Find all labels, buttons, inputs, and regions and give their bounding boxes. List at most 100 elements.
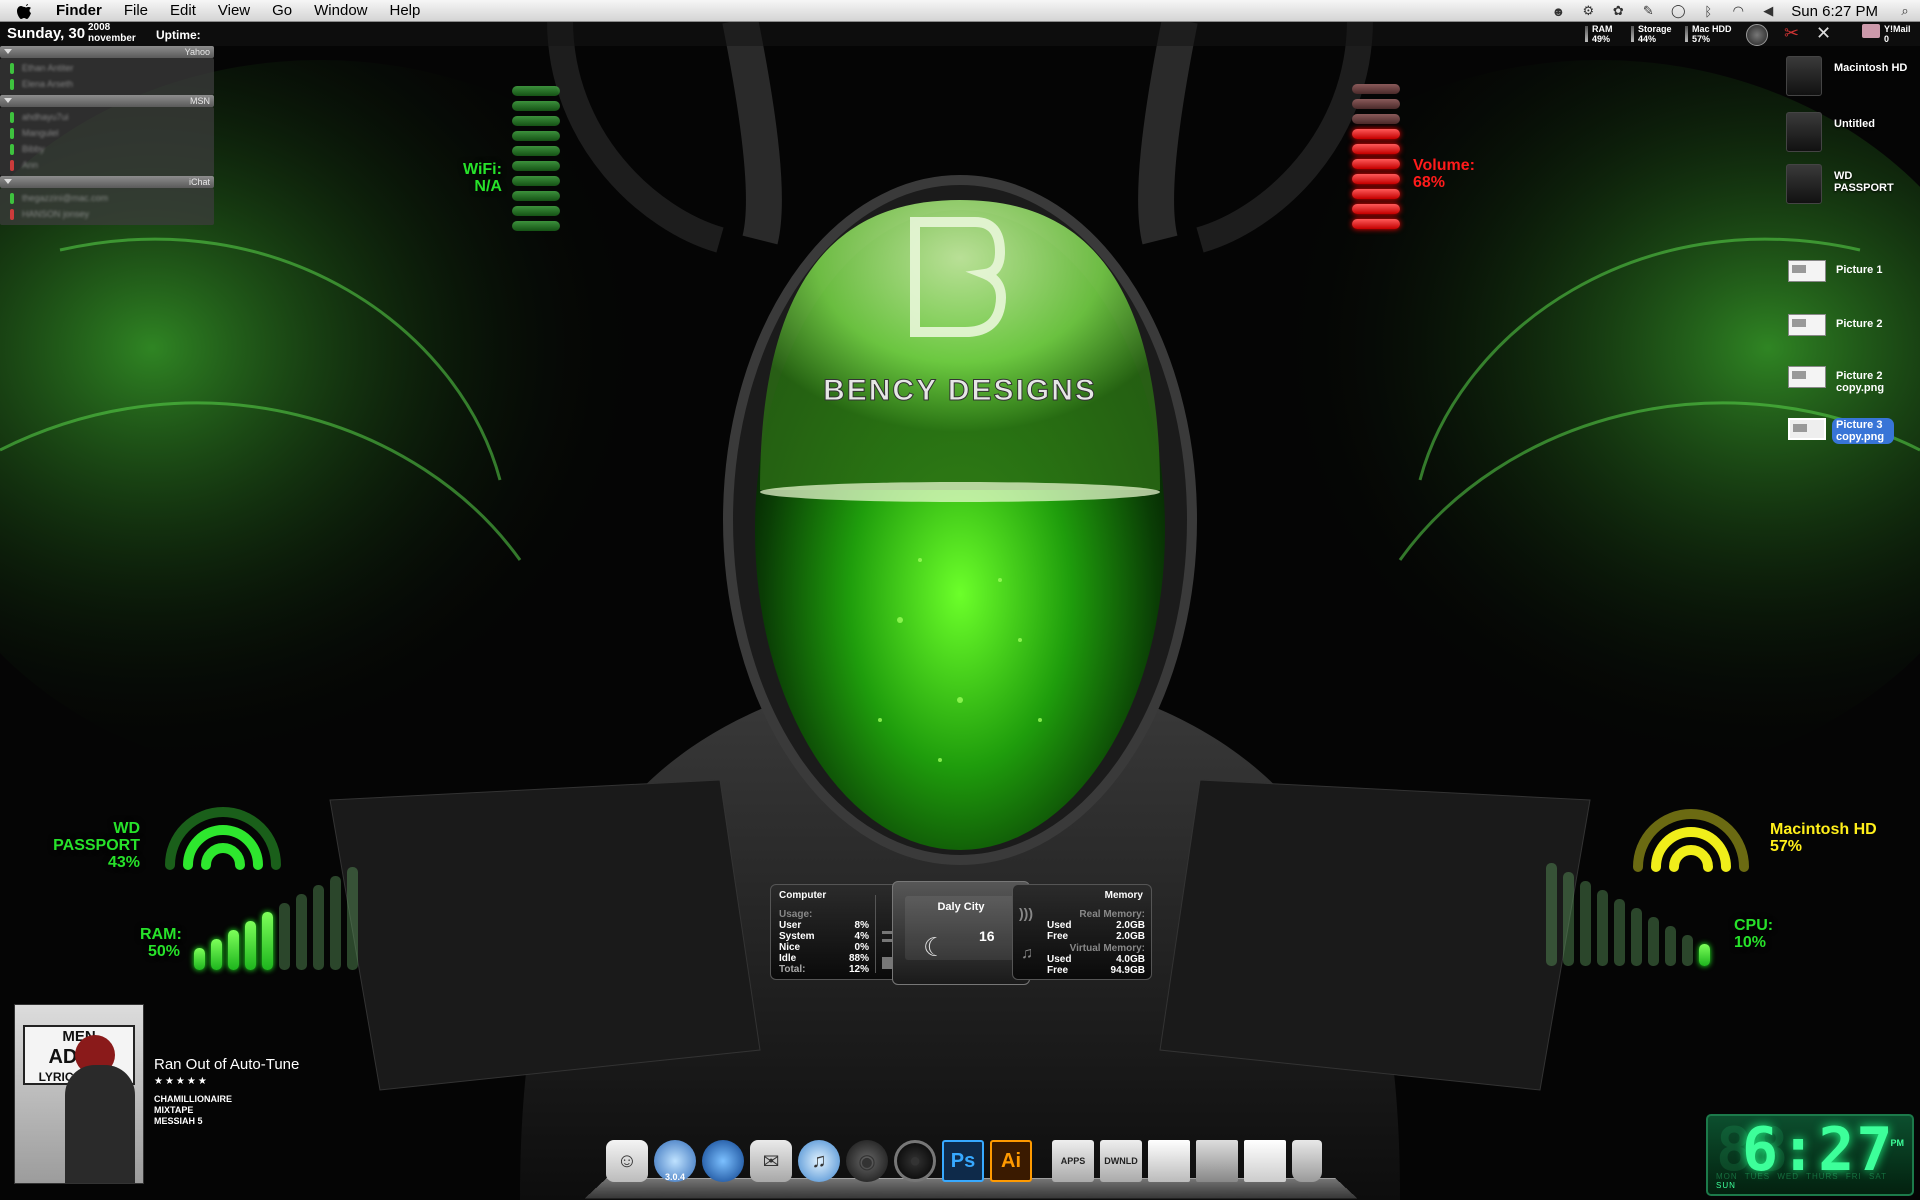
drive-icon-item[interactable]: Untitled bbox=[1786, 112, 1920, 156]
buddy-group-name: MSN bbox=[190, 96, 210, 106]
buddy-row[interactable]: Mangulel bbox=[0, 125, 214, 141]
buddy-group-header[interactable]: iChat bbox=[0, 176, 214, 188]
bluetooth-status-icon[interactable]: ᛒ bbox=[1699, 3, 1717, 19]
storage-mini-stat: Storage 44% bbox=[1631, 24, 1672, 44]
chat-status-icon[interactable]: ◯ bbox=[1669, 3, 1687, 19]
x11-icon[interactable]: ✕ bbox=[1816, 23, 1838, 45]
dock-trash-icon[interactable] bbox=[1292, 1140, 1322, 1182]
robot-status-icon[interactable]: ☻ bbox=[1549, 3, 1567, 19]
hard-drive-icon bbox=[1786, 56, 1822, 96]
cpu-level-bars bbox=[1546, 863, 1726, 966]
dock-apps-stack-icon[interactable]: APPS bbox=[1052, 1140, 1094, 1182]
file-icon-item[interactable]: Picture 2 bbox=[1786, 310, 1920, 354]
buddy-name: Mangulel bbox=[22, 128, 59, 138]
volume-bar bbox=[1352, 174, 1400, 184]
weather-widget[interactable]: Daly City ☾ 16 bbox=[892, 881, 1030, 985]
dock-doc1-icon[interactable] bbox=[1148, 1140, 1190, 1182]
disclosure-triangle-icon[interactable] bbox=[4, 49, 12, 54]
menubar-clock[interactable]: Sun 6:27 PM bbox=[1791, 3, 1878, 20]
gear-status-icon[interactable]: ⚙ bbox=[1579, 3, 1597, 19]
album-art[interactable]: MEN ADVIS LYRICAL CON bbox=[14, 1004, 144, 1184]
apple-menu-icon[interactable] bbox=[14, 0, 36, 22]
buddy-group-header[interactable]: MSN bbox=[0, 95, 214, 107]
file-name: Picture 3 copy.png bbox=[1832, 418, 1894, 444]
menu-app-name[interactable]: Finder bbox=[50, 0, 113, 22]
buddy-list-widget: Yahoo Ethan Antiter Elena Arseth MSN ahdhayu… bbox=[0, 46, 214, 225]
track-rating[interactable]: ★★★★★ bbox=[154, 1076, 209, 1087]
dock-camera-icon[interactable]: ● bbox=[894, 1140, 936, 1182]
desktop-wallpaper: BENCY DESIGNS bbox=[0, 0, 1920, 1200]
menu-help[interactable]: Help bbox=[379, 0, 432, 22]
file-name: Picture 2 bbox=[1836, 318, 1883, 330]
usage-row-value: 88% bbox=[848, 953, 869, 964]
paw-status-icon[interactable]: ✿ bbox=[1609, 3, 1627, 19]
usage-row-key: System bbox=[779, 931, 815, 942]
wifi-level-bars bbox=[512, 86, 560, 236]
buddy-group-header[interactable]: Yahoo bbox=[0, 46, 214, 58]
buddy-row[interactable]: ahdhayu7ui bbox=[0, 109, 214, 125]
menu-go[interactable]: Go bbox=[261, 0, 303, 22]
buddy-row[interactable]: Bibby bbox=[0, 141, 214, 157]
dock-mail-icon[interactable]: ✉ bbox=[750, 1140, 792, 1182]
memory-title: Memory bbox=[1104, 890, 1143, 901]
file-icon-item[interactable]: Picture 2 copy.png bbox=[1786, 362, 1920, 406]
dock-doc3-icon[interactable] bbox=[1244, 1140, 1286, 1182]
cpu-bar bbox=[1614, 899, 1625, 966]
buddy-row[interactable]: Ethan Antiter bbox=[0, 60, 214, 76]
ram-bar bbox=[279, 903, 290, 970]
buddy-row[interactable]: HANSON jonsey bbox=[0, 206, 214, 222]
buddy-row[interactable]: thegazzini@mac.com bbox=[0, 190, 214, 206]
file-icon-item[interactable]: Picture 1 bbox=[1786, 256, 1920, 300]
image-file-icon bbox=[1788, 314, 1826, 336]
ymail-count: 0 bbox=[1884, 34, 1890, 44]
dock-finder-icon[interactable]: ☺ bbox=[606, 1140, 648, 1182]
volume-indicator: Volume: 68% bbox=[1413, 157, 1475, 191]
buddy-row[interactable]: Elena Arseth bbox=[0, 76, 214, 92]
status-dot-icon bbox=[10, 208, 14, 220]
drive-icon-item[interactable]: Macintosh HD bbox=[1786, 56, 1920, 100]
dock-dwnld-stack-icon[interactable]: DWNLD bbox=[1100, 1140, 1142, 1182]
volume-label: Volume: bbox=[1413, 157, 1475, 174]
volume-status-icon[interactable]: ◀ bbox=[1759, 3, 1777, 19]
menu-view[interactable]: View bbox=[207, 0, 261, 22]
wifi-status-icon[interactable]: ◠ bbox=[1729, 3, 1747, 19]
computer-title: Computer bbox=[779, 890, 827, 901]
dock-automator-icon[interactable]: ◉ bbox=[846, 1140, 888, 1182]
ymail-envelope-icon[interactable] bbox=[1862, 24, 1880, 38]
disclosure-triangle-icon[interactable] bbox=[4, 179, 12, 184]
cpu-bar bbox=[1648, 917, 1659, 966]
tools-icon[interactable]: ✂ bbox=[1784, 23, 1806, 45]
drive-icon-item[interactable]: WD PASSPORT bbox=[1786, 164, 1920, 208]
dock-safari-icon[interactable]: 3.0.4 bbox=[654, 1140, 696, 1182]
image-file-icon bbox=[1788, 366, 1826, 388]
ymail-widget[interactable]: Y!Mail 0 bbox=[1884, 24, 1911, 44]
dock-itunes-icon[interactable]: ♫ bbox=[798, 1140, 840, 1182]
dock-globe-icon[interactable] bbox=[702, 1140, 744, 1182]
buddy-group: thegazzini@mac.com HANSON jonsey bbox=[0, 188, 214, 225]
image-file-icon bbox=[1788, 418, 1826, 440]
dock-doc2-icon[interactable] bbox=[1196, 1140, 1238, 1182]
menu-edit[interactable]: Edit bbox=[159, 0, 207, 22]
menu-file[interactable]: File bbox=[113, 0, 159, 22]
volume-bar bbox=[1352, 219, 1400, 229]
dock-illustrator-icon[interactable]: Ai bbox=[990, 1140, 1032, 1182]
buddy-row[interactable]: Ann bbox=[0, 157, 214, 173]
file-name: Picture 2 copy.png bbox=[1836, 370, 1885, 394]
sync-status-icon[interactable]: ✎ bbox=[1639, 3, 1657, 19]
usage-row-value: 8% bbox=[854, 920, 869, 931]
dock-photoshop-icon[interactable]: Ps bbox=[942, 1140, 984, 1182]
ram-indicator: RAM: 50% bbox=[140, 926, 182, 960]
spotlight-search-icon[interactable]: ⌕ bbox=[1896, 3, 1914, 19]
usage-row-value: 0% bbox=[854, 942, 869, 953]
ram-bar bbox=[228, 930, 239, 970]
volume-value: 68% bbox=[1413, 174, 1446, 191]
disclosure-triangle-icon[interactable] bbox=[4, 98, 12, 103]
wd-passport-indicator: WD PASSPORT 43% bbox=[30, 820, 140, 871]
cpu-bar bbox=[1699, 944, 1710, 966]
real-memory-value: 2.0GB bbox=[1116, 920, 1145, 931]
cpu-bar bbox=[1546, 863, 1557, 966]
file-icon-item[interactable]: Picture 3 copy.png bbox=[1786, 414, 1920, 458]
dashboard-icon[interactable] bbox=[1746, 24, 1768, 46]
menu-window[interactable]: Window bbox=[303, 0, 378, 22]
usage-row-key: Idle bbox=[779, 953, 797, 964]
